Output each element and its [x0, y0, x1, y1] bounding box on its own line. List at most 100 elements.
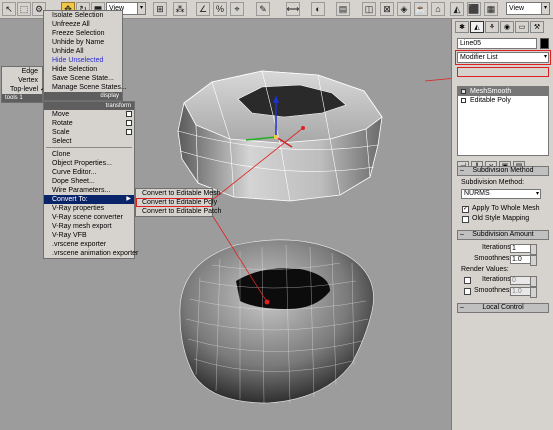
modify-tab-icon[interactable]: ◭ — [470, 21, 484, 33]
hierarchy-tab-icon[interactable]: ⚘ — [485, 21, 499, 33]
menu-item-edge[interactable]: Edge — [2, 67, 42, 76]
menu-item-vray-scene-converter[interactable]: V-Ray scene converter — [44, 213, 134, 222]
named-selection-icon[interactable]: ✎ — [256, 2, 270, 16]
align-icon[interactable]: ◐ — [311, 2, 325, 16]
create-tab-icon[interactable]: ✱ — [455, 21, 469, 33]
lowpoly-object[interactable] — [177, 70, 383, 202]
menu-item-hide-unselected[interactable]: Hide Unselected — [44, 56, 122, 65]
object-color-swatch[interactable] — [540, 38, 549, 49]
stack-item-label: Editable Poly — [470, 97, 511, 104]
smoothness-spinner[interactable]: 1.0 — [510, 255, 537, 266]
display-tab-icon[interactable]: ▭ — [515, 21, 529, 33]
select-region-icon[interactable]: ⬚ — [17, 2, 31, 16]
render-setup-icon[interactable]: ☕ — [414, 2, 428, 16]
settings-box-icon[interactable] — [126, 120, 132, 126]
select-arrow-icon[interactable]: ↖ — [2, 2, 16, 16]
render-iterations-checkbox[interactable] — [464, 277, 471, 284]
old-style-mapping-checkbox[interactable] — [462, 216, 469, 223]
convert-submenu: Convert to Editable Mesh Convert to Edit… — [135, 188, 221, 217]
active-shade-icon[interactable]: ⬛ — [467, 2, 481, 16]
annotation-box — [455, 50, 551, 65]
render-icon[interactable]: ⌂ — [431, 2, 445, 16]
render-frame-icon[interactable]: ▦ — [484, 2, 498, 16]
menu-item-select[interactable]: Select — [44, 137, 134, 146]
menu-item-unfreeze-all[interactable]: Unfreeze All — [44, 20, 122, 29]
rollout-title: Subdivision Method — [472, 167, 534, 174]
settings-box-icon[interactable] — [126, 129, 132, 135]
iterations-spinner[interactable]: 1 — [510, 244, 537, 255]
utilities-tab-icon[interactable]: ⚒ — [530, 21, 544, 33]
menu-separator — [46, 147, 132, 149]
rollout-subdivision-method[interactable]: – Subdivision Method — [457, 166, 549, 176]
menu-item-save-scene-state[interactable]: Save Scene State... — [44, 74, 122, 83]
annotation-dot — [301, 126, 305, 130]
rollout-local-control[interactable]: – Local Control — [457, 303, 549, 313]
menu-item-object-properties[interactable]: Object Properties... — [44, 159, 134, 168]
menu-item-convert-patch[interactable]: Convert to Editable Patch — [136, 207, 221, 216]
apply-whole-mesh-label: Apply To Whole Mesh — [472, 205, 540, 212]
percent-snap-icon[interactable]: % — [213, 2, 227, 16]
render-smoothness-spinner[interactable]: 1.0 — [510, 287, 537, 298]
mirror-icon[interactable]: ⟷ — [286, 2, 300, 16]
subdivision-method-dropdown[interactable]: NURMS ▾ — [461, 189, 541, 199]
menu-item-hide-selection[interactable]: Hide Selection — [44, 65, 122, 74]
quad-header-display: display — [44, 92, 122, 100]
menu-item-vray-mesh-export[interactable]: V-Ray mesh export — [44, 222, 134, 231]
menu-item-convert-mesh[interactable]: Convert to Editable Mesh — [136, 189, 221, 198]
apply-whole-mesh-checkbox[interactable]: ✓ — [462, 206, 469, 213]
schematic-icon[interactable]: ⊠ — [380, 2, 394, 16]
menu-item-convert-poly[interactable]: Convert to Editable Poly — [136, 198, 217, 207]
menu-item-clone[interactable]: Clone — [44, 150, 134, 159]
menu-item-label: Convert To: — [52, 196, 88, 203]
menu-item-unhide-all[interactable]: Unhide All — [44, 47, 122, 56]
smoothed-object[interactable] — [179, 239, 374, 404]
spinner-snap-icon[interactable]: ⌖ — [230, 2, 244, 16]
menu-item-vray-vfb[interactable]: V-Ray VFB — [44, 231, 134, 240]
menu-item-dope-sheet[interactable]: Dope Sheet... — [44, 177, 134, 186]
menu-item-manage-scene-states[interactable]: Manage Scene States... — [44, 83, 127, 92]
rollout-title: Local Control — [482, 304, 524, 311]
menu-item-vertex[interactable]: Vertex — [2, 76, 42, 85]
rollout-title: Subdivision Amount — [472, 231, 534, 238]
chevron-down-icon: ▾ — [137, 3, 145, 14]
menu-item-unhide-by-name[interactable]: Unhide by Name — [44, 38, 122, 47]
settings-box-icon[interactable] — [126, 111, 132, 117]
rollout-subdivision-amount[interactable]: – Subdivision Amount — [457, 230, 549, 240]
menu-item-freeze-selection[interactable]: Freeze Selection — [44, 29, 122, 38]
menu-item-isolate-selection[interactable]: Isolate Selection — [44, 11, 122, 20]
quad-menu-display: Isolate Selection Unfreeze All Freeze Se… — [43, 10, 127, 101]
menu-item-move[interactable]: Move — [44, 110, 134, 119]
command-panel-tabs: ✱ ◭ ⚘ ◉ ▭ ⚒ — [455, 21, 544, 33]
menu-item-vrscene-animation-exporter[interactable]: .vrscene animation exporter — [44, 249, 138, 258]
quick-render-icon[interactable]: ◭ — [450, 2, 464, 16]
render-iterations-spinner[interactable]: 0 — [510, 276, 537, 287]
curve-editor-icon[interactable]: ◫ — [362, 2, 376, 16]
stack-item-editable-poly[interactable]: Editable Poly — [458, 96, 548, 105]
menu-item-top-level[interactable]: Top-level ✓ — [2, 85, 46, 94]
motion-tab-icon[interactable]: ◉ — [500, 21, 514, 33]
layer-icon[interactable]: ▤ — [336, 2, 350, 16]
menu-item-rotate[interactable]: Rotate — [44, 119, 134, 128]
menu-item-vray-properties[interactable]: V-Ray properties — [44, 204, 134, 213]
menu-item-wire-parameters[interactable]: Wire Parameters... — [44, 186, 134, 195]
menu-item-label: Rotate — [52, 120, 73, 127]
expand-icon[interactable] — [461, 98, 466, 103]
pivot-icon[interactable]: ⊞ — [153, 2, 167, 16]
light-bulb-icon[interactable] — [461, 89, 466, 94]
menu-item-curve-editor[interactable]: Curve Editor... — [44, 168, 134, 177]
menu-item-vrscene-exporter[interactable]: .vrscene exporter — [44, 240, 134, 249]
menu-item-scale[interactable]: Scale — [44, 128, 134, 137]
command-panel: ✱ ◭ ⚘ ◉ ▭ ⚒ Line05 Modifier List ▾ MeshS… — [451, 19, 553, 430]
ref-coord-combo[interactable]: View ▾ — [506, 2, 550, 15]
object-name-field[interactable]: Line05 — [457, 38, 537, 49]
collapse-icon: – — [460, 231, 464, 238]
quad-menu-transform: transform Move Rotate Scale Select Clone… — [43, 101, 138, 259]
angle-snap-icon[interactable]: ∠ — [196, 2, 210, 16]
render-smoothness-checkbox[interactable] — [464, 288, 471, 295]
render-values-label: Render Values: — [461, 266, 509, 273]
snap-icon[interactable]: ⁂ — [173, 2, 187, 16]
menu-item-convert-to[interactable]: Convert To: ▶ — [44, 195, 134, 204]
annotation-dot — [264, 299, 270, 305]
material-editor-icon[interactable]: ◈ — [397, 2, 411, 16]
stack-item-meshsmooth[interactable]: MeshSmooth — [458, 87, 548, 96]
